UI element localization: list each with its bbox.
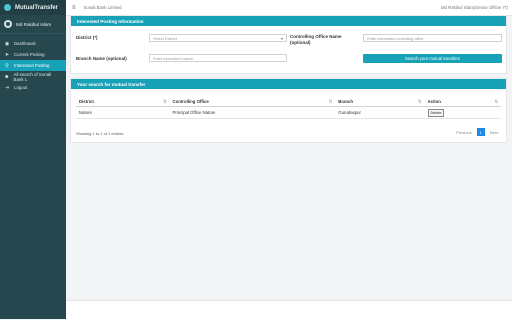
hamburger-menu-icon[interactable]: ≡ (72, 5, 76, 11)
controlling-office-optional: (optional) (290, 39, 311, 45)
column-header-controlling-office[interactable]: Controlling Office ⇅ (169, 96, 336, 107)
page-1-button[interactable]: 1 (476, 128, 485, 136)
user-name: Md Rakibul Islam (16, 21, 52, 27)
table-header-row: District ⇅ Controlling Office ⇅ Branch ⇅ Ac… (76, 96, 501, 107)
logo-icon (4, 4, 11, 11)
table-row: Natore Principal Office Natore Gurudaspu… (76, 106, 501, 119)
branch-input[interactable]: Enter interested branch (149, 54, 287, 62)
brand[interactable]: MutualTransfer (0, 0, 66, 15)
interested-posting-card: Interested Posting Information District … (70, 15, 507, 74)
column-header-action[interactable]: Action ⇅ (424, 96, 501, 107)
cell-branch: Gurudaspur (335, 106, 425, 119)
controlling-office-label: Controlling Office Name (optional) (290, 34, 342, 45)
card-title: Your search for mutual transfer (71, 79, 506, 89)
sidebar-item-label: Current Posting (14, 52, 45, 57)
card-title: Interested Posting Information (71, 16, 506, 26)
cell-action: Delete (424, 106, 501, 119)
sort-icon: ⇅ (494, 98, 498, 104)
dashboard-icon: ◉ (4, 40, 10, 47)
location-icon: ⚲ (5, 62, 9, 69)
sidebar-item-dashboard[interactable]: ◉ Dashboard (0, 38, 66, 49)
controlling-office-label-text: Controlling Office Name (290, 34, 342, 39)
sort-icon: ⇅ (162, 98, 167, 104)
previous-page-button[interactable]: Previous (453, 130, 475, 135)
app-name: MutualTransfer (15, 4, 59, 11)
sort-icon: ⇅ (417, 98, 422, 104)
pagination: Previous 1 Next (453, 128, 501, 136)
search-button[interactable]: Search your mutual transfers (363, 54, 502, 63)
avatar (4, 20, 12, 28)
chevron-down-icon: ▾ (280, 35, 283, 41)
logout-icon: ⇥ (4, 84, 10, 91)
sidebar-item-current-posting[interactable]: ➤ Current Posting (0, 49, 66, 60)
company-name: Sonali Bank Limited (83, 5, 122, 10)
footer-panel (66, 300, 512, 320)
sidebar-item-interested-posting[interactable]: ⚲ Interested Posting (0, 60, 66, 71)
sidebar-item-all-search[interactable]: ☻ All search of Sonali Bank L (0, 71, 66, 82)
user-panel[interactable]: Md Rakibul Islam (0, 15, 66, 34)
sidebar: MutualTransfer Md Rakibul Islam ◉ Dashbo… (0, 0, 66, 319)
sidebar-nav: ◉ Dashboard ➤ Current Posting ⚲ Interest… (0, 38, 66, 93)
users-icon: ☻ (4, 73, 10, 80)
search-results-card: Your search for mutual transfer District… (70, 78, 507, 143)
cell-office: Principal Office Natore (169, 106, 336, 119)
delete-button[interactable]: Delete (427, 109, 445, 117)
sort-icon: ⇅ (328, 98, 333, 104)
column-header-branch[interactable]: Branch ⇅ (335, 96, 425, 107)
send-icon: ➤ (4, 51, 10, 58)
cell-district: Natore (76, 106, 170, 119)
sidebar-item-label: All search of Sonali Bank L (13, 71, 52, 82)
entries-info: Showing 1 to 1 of 1 entries (76, 131, 124, 136)
sidebar-item-label: Dashboard (14, 41, 36, 46)
controlling-office-input[interactable]: Enter interested controlling office (363, 34, 502, 42)
column-header-district[interactable]: District ⇅ (76, 96, 170, 107)
next-page-button[interactable]: Next (487, 130, 501, 135)
sidebar-item-logout[interactable]: ⇥ Logout (0, 82, 66, 93)
topbar: ≡ Sonali Bank Limited Md Rakibul Islam(S… (66, 0, 512, 16)
district-label: District (*) (76, 35, 98, 40)
district-select-value: Select District (153, 35, 177, 41)
results-table: District ⇅ Controlling Office ⇅ Branch ⇅ Ac… (76, 96, 501, 119)
sidebar-item-label: Interested Posting (14, 63, 50, 68)
sidebar-item-label: Logout (14, 85, 28, 90)
user-role[interactable]: Md Rakibul Islam(Senior Officer IT) (441, 5, 508, 10)
district-select[interactable]: Select District ▾ (149, 34, 287, 42)
branch-label: Branch Name (optional) (76, 56, 127, 61)
